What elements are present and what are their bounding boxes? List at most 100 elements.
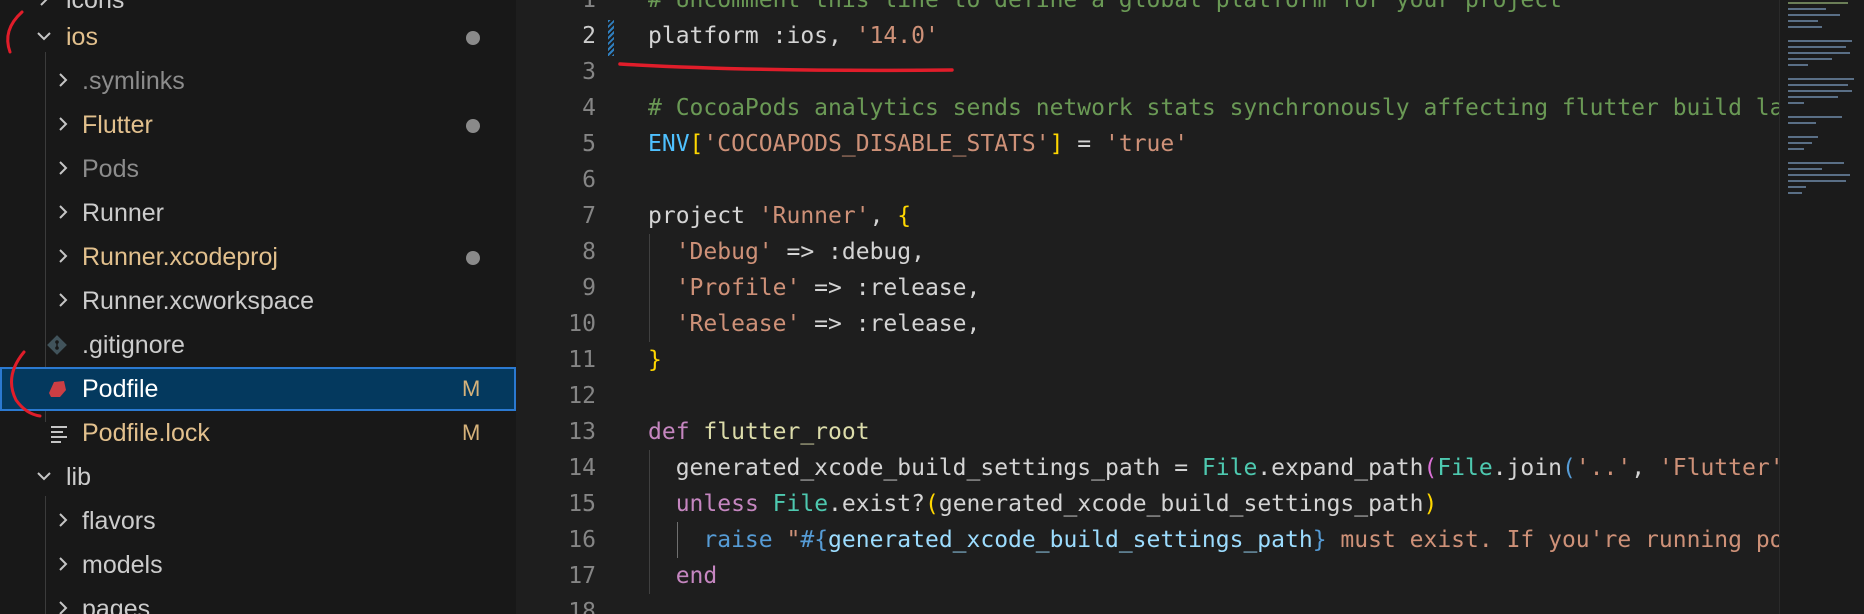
tree-item-label: Runner bbox=[82, 199, 164, 227]
chevron-right-icon bbox=[55, 554, 71, 574]
line-number: 9 bbox=[582, 275, 596, 301]
minimap-line bbox=[1788, 40, 1852, 42]
minimap-line bbox=[1788, 186, 1806, 188]
tree-file-podfile[interactable]: Podfile M bbox=[0, 367, 516, 411]
line-number: 4 bbox=[582, 95, 596, 121]
minimap[interactable] bbox=[1779, 0, 1864, 614]
minimap-line bbox=[1788, 46, 1846, 48]
tree-item-label: Runner.xcodeproj bbox=[82, 243, 278, 271]
chevron-right-icon bbox=[55, 114, 71, 134]
tree-file-podfile-lock[interactable]: Podfile.lock M bbox=[0, 411, 516, 455]
tree-item-label: Podfile.lock bbox=[82, 419, 210, 447]
minimap-line bbox=[1788, 90, 1852, 92]
minimap-line bbox=[1788, 26, 1822, 28]
tree-item-label: .symlinks bbox=[82, 67, 185, 95]
minimap-line bbox=[1788, 8, 1826, 10]
minimap-line bbox=[1788, 14, 1840, 16]
line-number: 5 bbox=[582, 131, 596, 157]
tree-file-gitignore[interactable]: .gitignore bbox=[0, 323, 516, 367]
tree-folder-pages[interactable]: pages bbox=[0, 587, 516, 614]
minimap-line bbox=[1788, 64, 1808, 66]
code-line-4: # CocoaPods analytics sends network stat… bbox=[648, 95, 1864, 121]
minimap-line bbox=[1788, 52, 1850, 54]
chevron-right-icon bbox=[55, 70, 71, 90]
minimap-line bbox=[1788, 122, 1816, 124]
tree-item-label: flavors bbox=[82, 507, 156, 535]
code-line-10: 'Release' => :release, bbox=[675, 311, 981, 337]
tree-folder-flutter[interactable]: Flutter bbox=[0, 103, 516, 147]
minimap-line bbox=[1788, 180, 1846, 182]
minimap-line bbox=[1788, 2, 1848, 4]
line-number: 2 bbox=[582, 23, 596, 49]
tree-folder-runner-xcodeproj[interactable]: Runner.xcodeproj bbox=[0, 235, 516, 279]
code-line-2: platform :ios, '14.0' bbox=[648, 23, 939, 49]
line-number: 10 bbox=[568, 311, 596, 337]
line-number: 12 bbox=[568, 383, 596, 409]
line-number: 1 bbox=[582, 0, 596, 13]
line-number: 13 bbox=[568, 419, 596, 445]
line-number: 3 bbox=[582, 59, 596, 85]
line-number: 14 bbox=[568, 455, 596, 481]
minimap-line bbox=[1788, 142, 1812, 144]
tree-folder-symlinks[interactable]: .symlinks bbox=[0, 59, 516, 103]
git-change-marker bbox=[608, 20, 614, 56]
minimap-line bbox=[1788, 78, 1854, 80]
chevron-right-icon bbox=[55, 202, 71, 222]
tree-folder-runner-xcworkspace[interactable]: Runner.xcworkspace bbox=[0, 279, 516, 323]
chevron-right-icon bbox=[55, 510, 71, 530]
line-number: 6 bbox=[582, 167, 596, 193]
code-line-15: unless File.exist?(generated_xcode_build… bbox=[675, 491, 1438, 517]
tree-folder-pods[interactable]: Pods bbox=[0, 147, 516, 191]
line-number: 11 bbox=[568, 347, 596, 373]
tree-item-label: .gitignore bbox=[82, 331, 185, 359]
minimap-line bbox=[1788, 84, 1848, 86]
chevron-right-icon bbox=[36, 0, 52, 9]
chevron-right-icon bbox=[55, 246, 71, 266]
code-line-13: def flutter_root bbox=[648, 419, 870, 445]
code-line-7: project 'Runner', { bbox=[648, 203, 912, 229]
tree-item-label: Runner.xcworkspace bbox=[82, 287, 315, 315]
file-explorer: icons ios .symlinks Flutter Pods Runner … bbox=[0, 0, 516, 614]
tree-item-label: ios bbox=[66, 23, 98, 51]
tree-item-label: lib bbox=[66, 463, 92, 491]
ruby-icon bbox=[46, 378, 68, 400]
tree-folder-runner[interactable]: Runner bbox=[0, 191, 516, 235]
code-line-17: end bbox=[675, 563, 718, 589]
tree-item-label: pages bbox=[82, 595, 151, 614]
git-icon bbox=[46, 334, 68, 356]
modified-dot-icon bbox=[466, 251, 480, 265]
line-number: 17 bbox=[568, 563, 596, 589]
tree-item-label: Podfile bbox=[82, 375, 159, 403]
tree-item-label: models bbox=[82, 551, 163, 579]
lines-icon bbox=[48, 422, 70, 444]
chevron-right-icon bbox=[55, 158, 71, 178]
minimap-line bbox=[1788, 162, 1844, 164]
tree-folder-ios[interactable]: ios bbox=[0, 15, 516, 59]
modified-badge: M bbox=[462, 420, 481, 445]
tree-folder-models[interactable]: models bbox=[0, 543, 516, 587]
minimap-line bbox=[1788, 116, 1842, 118]
line-number: 8 bbox=[582, 239, 596, 265]
code-line-16: raise "#{generated_xcode_build_settings_… bbox=[703, 527, 1864, 553]
modified-dot-icon bbox=[466, 119, 480, 133]
line-number: 15 bbox=[568, 491, 596, 517]
code-editor[interactable]: 1 2 3 4 5 6 7 8 9 10 11 12 13 14 15 16 1… bbox=[516, 0, 1864, 614]
minimap-line bbox=[1788, 192, 1802, 194]
chevron-down-icon bbox=[36, 466, 52, 486]
code-line-11: } bbox=[648, 347, 662, 373]
line-number: 18 bbox=[568, 599, 596, 614]
tree-item-label: Pods bbox=[82, 155, 139, 183]
minimap-line bbox=[1788, 148, 1804, 150]
minimap-line bbox=[1788, 174, 1850, 176]
tree-folder-flavors[interactable]: flavors bbox=[0, 499, 516, 543]
chevron-down-icon bbox=[36, 26, 52, 46]
code-line-1: # Uncomment this line to define a global… bbox=[648, 0, 1562, 13]
chevron-right-icon bbox=[55, 290, 71, 310]
code-line-5: ENV['COCOAPODS_DISABLE_STATS'] = 'true' bbox=[648, 131, 1189, 157]
minimap-line bbox=[1788, 102, 1804, 104]
line-number: 7 bbox=[582, 203, 596, 229]
modified-dot-icon bbox=[466, 31, 480, 45]
tree-folder-lib[interactable]: lib bbox=[0, 455, 516, 499]
minimap-line bbox=[1788, 20, 1818, 22]
modified-badge: M bbox=[462, 376, 481, 401]
